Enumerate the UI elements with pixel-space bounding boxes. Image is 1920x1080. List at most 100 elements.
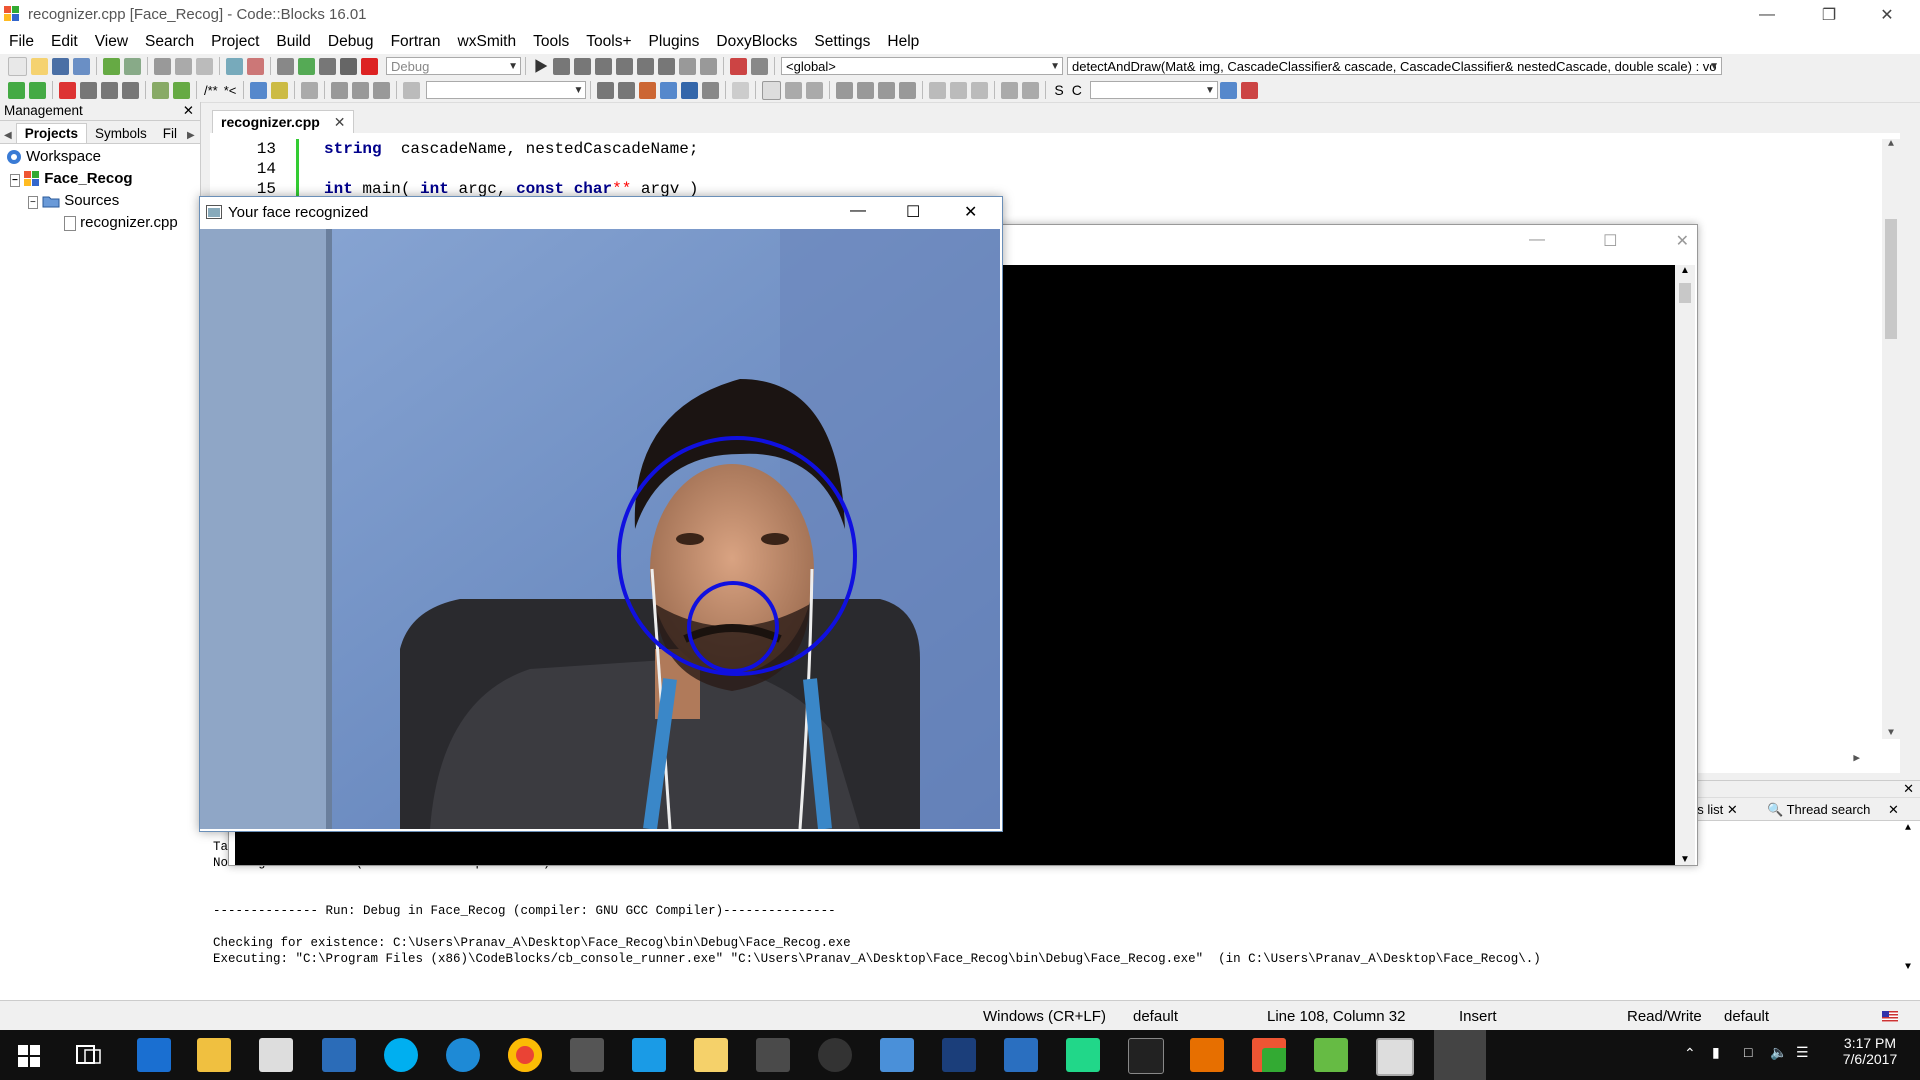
menu-fortran[interactable]: Fortran (382, 33, 449, 51)
tree-workspace[interactable]: Workspace (0, 146, 200, 168)
visual-studio-code-icon[interactable] (632, 1038, 666, 1072)
grid-sizer-icon[interactable] (857, 81, 875, 99)
pycharm-icon[interactable] (1066, 1038, 1100, 1072)
incremental-search-input[interactable]: ▼ (426, 81, 587, 99)
internet-explorer-icon[interactable] (446, 1038, 480, 1072)
thread-search-options-icon[interactable] (1240, 81, 1258, 99)
menu-search[interactable]: Search (136, 33, 202, 51)
close-icon[interactable]: ✕ (964, 202, 977, 222)
menu-project[interactable]: Project (202, 33, 267, 51)
clock[interactable]: 3:17 PM 7/6/2017 (1835, 1035, 1905, 1067)
doxy-block-comment-button[interactable]: /** (204, 83, 218, 98)
scroll-up-icon[interactable]: ▲ (1675, 265, 1695, 276)
debug-info-icon[interactable] (751, 57, 768, 75)
close-button[interactable]: ✕ (1864, 0, 1910, 30)
scroll-down-icon[interactable]: ▼ (1882, 728, 1900, 739)
select-pointer-icon[interactable] (732, 81, 750, 99)
insert-into-icon[interactable] (929, 81, 947, 99)
highlight-icon[interactable] (639, 81, 657, 99)
abort-icon[interactable] (361, 57, 378, 75)
tree-file-recognizer[interactable]: recognizer.cpp (0, 212, 200, 234)
build-target-select[interactable]: Debug ▼ (386, 57, 521, 75)
edge-icon[interactable] (137, 1038, 171, 1072)
tab-recognizer-cpp[interactable]: recognizer.cpp ✕ (212, 110, 355, 133)
menu-file[interactable]: File (0, 33, 42, 51)
code-completion-select[interactable]: ▼ (1089, 81, 1218, 99)
menu-edit[interactable]: Edit (42, 33, 86, 51)
network-icon[interactable]: □ (1744, 1044, 1752, 1060)
menu-settings[interactable]: Settings (805, 33, 878, 51)
notifications-icon[interactable]: ☰ (1796, 1044, 1809, 1061)
bookmark-clear-icon[interactable] (122, 81, 139, 99)
regex-icon[interactable] (702, 81, 720, 99)
log-vertical-scrollbar[interactable]: ▲ ▼ (1900, 823, 1916, 973)
face-window[interactable]: Your face recognized — ☐ ✕ (199, 196, 1003, 832)
menu-help[interactable]: Help (878, 33, 927, 51)
redo-icon[interactable] (124, 57, 141, 75)
editor-vertical-scrollbar[interactable]: ▲ ▼ (1882, 139, 1900, 739)
insert-before-icon[interactable] (950, 81, 968, 99)
close-icon[interactable]: ✕ (1903, 781, 1914, 797)
open-icon[interactable] (31, 57, 48, 75)
find-icon[interactable] (226, 57, 243, 75)
doxy-wizard-icon[interactable] (152, 81, 169, 99)
scroll-thumb[interactable] (1885, 219, 1897, 339)
tab-scroll-left-icon[interactable]: ◀ (0, 128, 16, 143)
next-line-icon[interactable] (574, 57, 591, 75)
step-instruction-icon[interactable] (658, 57, 675, 75)
collapse-icon[interactable]: − (28, 196, 38, 209)
pause-icon[interactable] (679, 57, 696, 75)
scroll-right-icon[interactable]: ▶ (1853, 751, 1860, 765)
document-icon[interactable] (880, 1038, 914, 1072)
maximize-icon[interactable]: ☐ (1603, 231, 1617, 251)
tree-project[interactable]: − Face_Recog (0, 168, 200, 190)
store-icon[interactable] (259, 1038, 293, 1072)
tab-thread-search[interactable]: 🔍 Thread search ✕ (1767, 802, 1899, 818)
stop-debug-icon[interactable] (700, 57, 717, 75)
bookmark-toggle-icon[interactable] (59, 81, 76, 99)
doxy-html-icon[interactable] (250, 81, 268, 99)
step-out-icon[interactable] (616, 57, 633, 75)
doxy-line-comment-button[interactable]: *< (224, 83, 237, 98)
panel-icon[interactable] (785, 81, 803, 99)
step-into-icon[interactable] (595, 57, 612, 75)
window-app-icon[interactable] (1376, 1038, 1414, 1076)
save-icon[interactable] (52, 57, 69, 75)
menu-debug[interactable]: Debug (319, 33, 382, 51)
dialog-icon[interactable] (806, 81, 824, 99)
forward-icon[interactable] (29, 81, 46, 99)
powershell-icon[interactable] (1004, 1038, 1038, 1072)
dev-cpp-icon[interactable] (942, 1038, 976, 1072)
command-prompt-icon[interactable] (1128, 1038, 1164, 1074)
build-run-icon[interactable] (319, 57, 336, 75)
run-to-cursor-icon[interactable] (553, 57, 570, 75)
scope-select[interactable]: <global> ▼ (781, 57, 1063, 75)
bookmark-next-icon[interactable] (101, 81, 118, 99)
close-icon[interactable]: ✕ (334, 114, 346, 130)
menu-doxyblocks[interactable]: DoxyBlocks (707, 33, 805, 51)
run-icon[interactable] (298, 57, 315, 75)
frame-icon[interactable] (762, 80, 782, 100)
tab-scroll-right-icon[interactable]: ▶ (185, 128, 197, 143)
symbol-c-button[interactable]: C (1072, 82, 1082, 98)
back-icon[interactable] (8, 81, 25, 99)
java-icon[interactable] (1190, 1038, 1224, 1072)
box-sizer-icon[interactable] (836, 81, 854, 99)
zoom-out-icon[interactable] (1022, 81, 1040, 99)
battery-icon[interactable]: ▮ (1712, 1044, 1720, 1061)
doxy-config-icon[interactable] (301, 81, 319, 99)
windows-start-icon[interactable] (18, 1045, 40, 1067)
close-icon[interactable]: ✕ (1727, 802, 1738, 817)
menu-tools[interactable]: Tools (524, 33, 577, 51)
incremental-search-icon[interactable] (403, 81, 421, 99)
codeblocks-taskbar-icon[interactable] (1252, 1038, 1286, 1072)
search-prev-icon[interactable] (597, 81, 615, 99)
notepad-plus-icon[interactable] (1314, 1038, 1348, 1072)
doxy-chm-icon[interactable] (271, 81, 289, 99)
close-icon[interactable]: ✕ (1888, 802, 1899, 817)
flex-sizer-icon[interactable] (878, 81, 896, 99)
jump-forward-icon[interactable] (373, 81, 391, 99)
git-icon[interactable] (756, 1038, 790, 1072)
menu-build[interactable]: Build (267, 33, 318, 51)
jump-back-icon[interactable] (331, 81, 349, 99)
